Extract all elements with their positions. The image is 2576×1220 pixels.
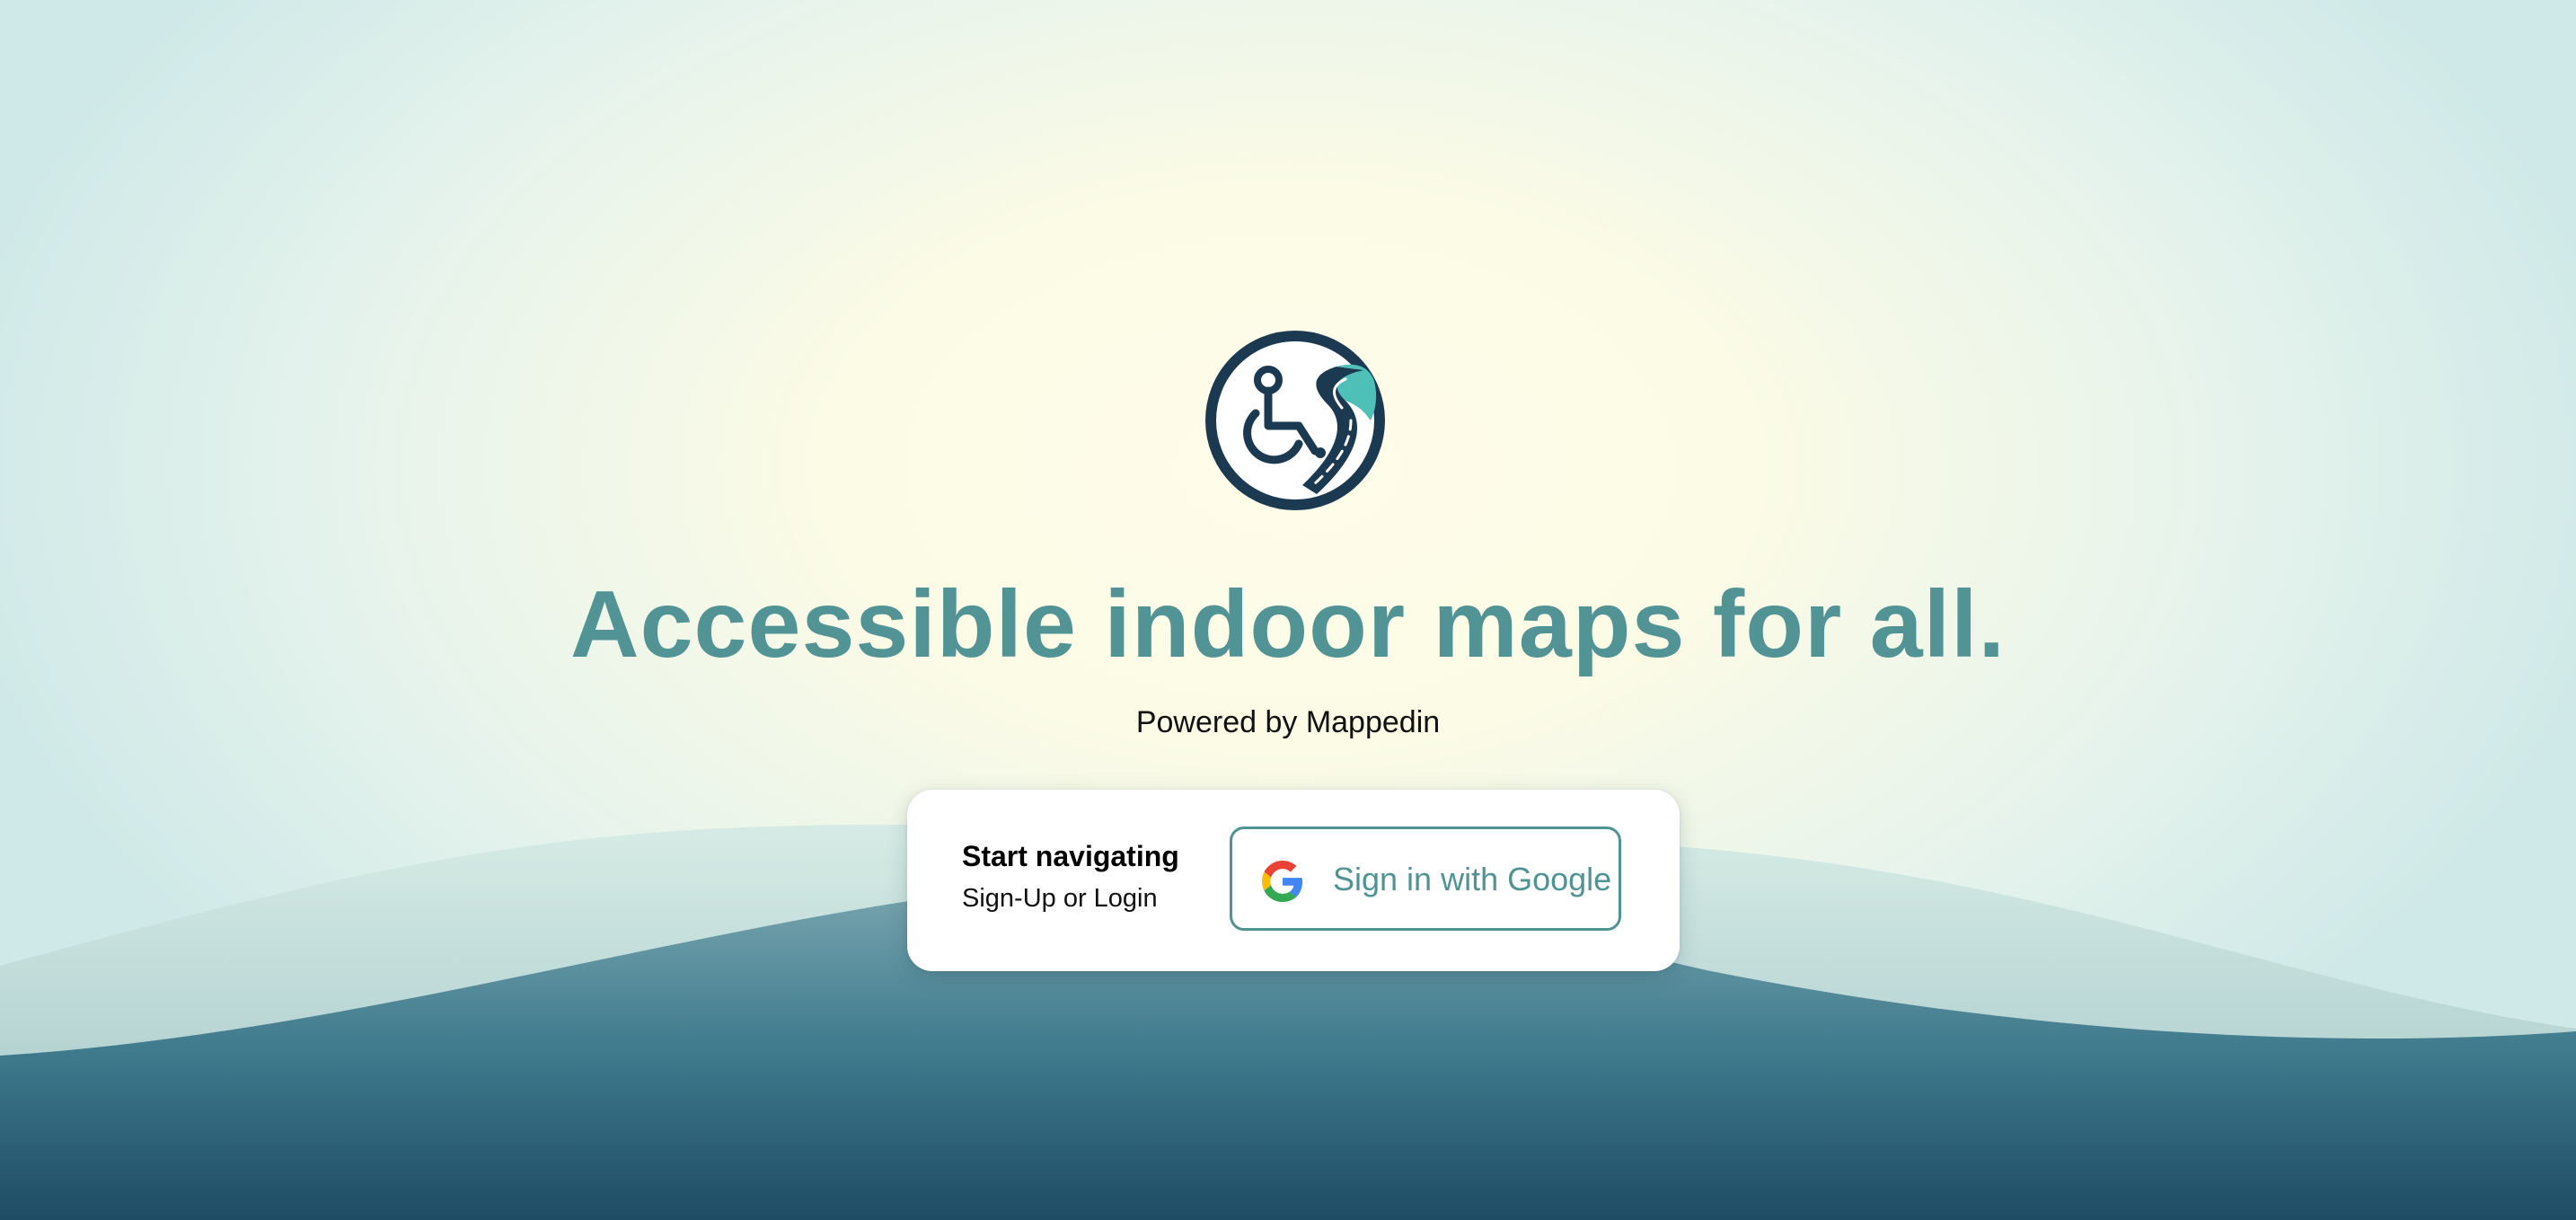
signin-card: Start navigating Sign-Up or Login Sign i… — [907, 790, 1680, 971]
google-icon — [1262, 861, 1303, 902]
wheelchair-path-logo-icon — [1205, 331, 1385, 510]
page-headline: Accessible indoor maps for all. — [570, 571, 2006, 677]
card-title: Start navigating — [962, 840, 1179, 872]
google-signin-label: Sign in with Google — [1333, 861, 1612, 897]
powered-by-text: Powered by Mappedin — [1135, 705, 1441, 739]
google-signin-button[interactable]: Sign in with Google — [1230, 827, 1621, 931]
card-subtitle: Sign-Up or Login — [962, 884, 1158, 913]
